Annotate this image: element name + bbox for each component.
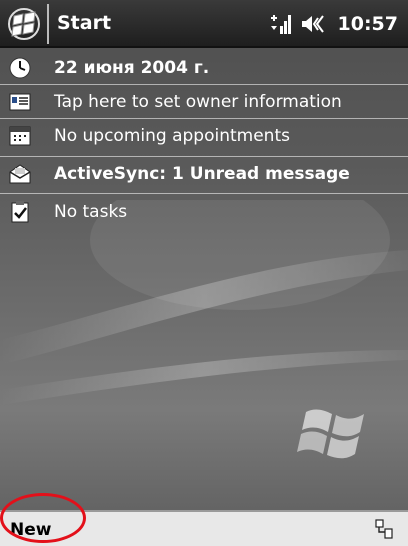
title-bar: Start 10:57 [0,0,408,48]
clock-icon [9,57,31,79]
today-screen: Start 10:57 22 июня 2004 г. Tap here to … [0,0,408,546]
calendar-icon [9,126,31,146]
calendar-item[interactable]: No upcoming appointments [0,118,408,154]
today-date: 22 июня 2004 г. [54,58,210,78]
inbox-item[interactable]: ActiveSync: 1 Unread message [0,156,408,192]
start-flag-icon[interactable] [5,7,43,41]
new-button[interactable]: New [10,520,51,540]
status-icons: 10:57 [268,10,398,38]
owner-info-item[interactable]: Tap here to set owner information [0,84,408,120]
clock[interactable]: 10:57 [338,13,398,35]
signal-icon[interactable] [268,12,292,36]
start-menu-title[interactable]: Start [57,12,111,34]
owner-info-text: Tap here to set owner information [54,92,342,112]
windows-logo-icon [297,409,364,459]
envelope-icon [9,164,31,184]
tasks-item[interactable]: No tasks [0,194,408,230]
owner-card-icon [9,93,31,111]
tasks-icon [11,201,29,223]
inbox-text: ActiveSync: 1 Unread message [54,164,350,184]
today-date-item[interactable]: 22 июня 2004 г. [0,50,408,86]
tasks-text: No tasks [54,202,128,222]
title-divider [47,4,49,44]
command-bar: New [0,510,408,546]
calendar-text: No upcoming appointments [54,126,290,146]
connection-icon[interactable] [374,518,396,540]
volume-icon[interactable] [300,12,326,36]
